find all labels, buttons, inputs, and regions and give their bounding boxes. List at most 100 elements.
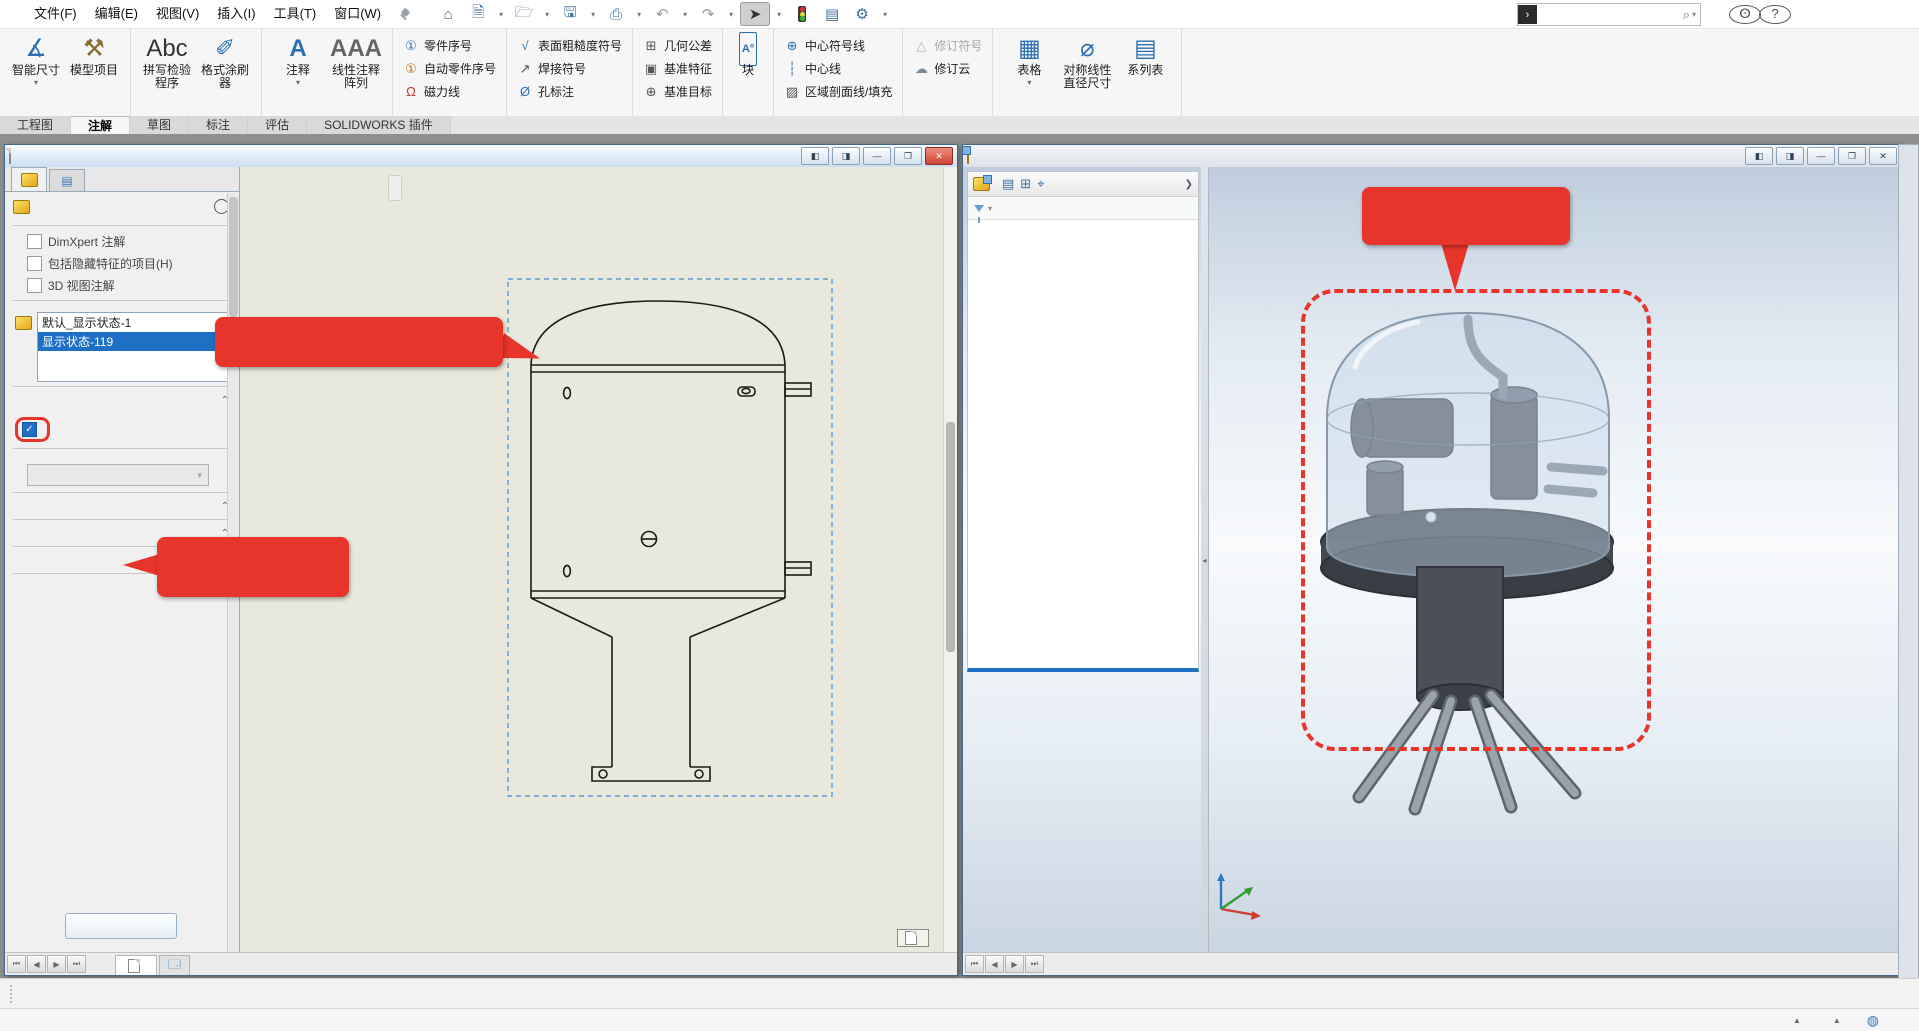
sheet-format-tag[interactable] (897, 929, 929, 947)
options-caret[interactable]: ▾ (878, 3, 892, 25)
ribbon-small-button[interactable]: Ω 磁力线 (400, 83, 499, 100)
ribbon-small-button[interactable]: ① 自动零件序号 (400, 60, 499, 77)
ribbon-button[interactable]: ▦ 表格 ▾ (1000, 30, 1058, 116)
command-tab[interactable]: 注解 (71, 116, 130, 134)
search-caret[interactable]: ▾ (1692, 10, 1700, 19)
file-properties-icon[interactable]: ▤ (818, 3, 846, 25)
menu-item[interactable]: 工具(T) (265, 0, 326, 28)
search-icon[interactable]: ⌕ (1681, 7, 1692, 23)
save-caret[interactable]: ▾ (586, 3, 600, 25)
tile-left-icon[interactable]: ◧ (801, 147, 829, 165)
save-icon[interactable]: 🖫 (556, 3, 584, 25)
add-sheet-tab[interactable]: 🗔 (159, 955, 190, 975)
display-state-listbox[interactable]: 默认_显示状态-1显示状态-119 (37, 312, 229, 382)
prev-sheet-icon[interactable]: ◀ (27, 955, 46, 973)
print-caret[interactable]: ▾ (632, 3, 646, 25)
ribbon-small-button[interactable]: ▨ 区域剖面线/填充 (781, 83, 895, 100)
drawing-vertical-scrollbar[interactable] (943, 167, 957, 953)
next-tab-icon[interactable]: ▶ (1005, 955, 1024, 973)
ribbon-small-button[interactable]: ┆ 中心线 (781, 60, 895, 77)
drawing-window-titlebar[interactable]: ◧ ◨ — ❐ ✕ (5, 145, 957, 168)
first-sheet-icon[interactable]: ⏮ (7, 955, 26, 973)
display-state-item[interactable]: 默认_显示状态-1 (38, 313, 228, 332)
ribbon-small-button[interactable]: ▣ 基准特征 (640, 60, 715, 77)
select-cursor-icon[interactable]: ➤ (740, 2, 770, 26)
restore-icon[interactable]: ❐ (1838, 147, 1866, 165)
scale-dropdown[interactable]: ▾ (27, 464, 209, 486)
units-caret-icon[interactable]: ▲ (1833, 1016, 1841, 1025)
help-icon[interactable]: ? (1759, 5, 1789, 24)
ribbon-button[interactable]: A 注释 ▾ (269, 30, 327, 116)
restore-icon[interactable]: ❐ (894, 147, 922, 165)
command-search[interactable]: › ⌕ ▾ (1517, 3, 1701, 26)
redo-icon[interactable]: ↷ (694, 3, 722, 25)
open-document-icon[interactable]: 🗁 (510, 3, 538, 25)
new-document-caret[interactable]: ▾ (494, 3, 508, 25)
checkbox[interactable] (27, 278, 42, 293)
next-sheet-icon[interactable]: ▶ (47, 955, 66, 973)
ribbon-small-button[interactable]: △ 修订符号 (910, 37, 985, 54)
displaymanager-tab-icon[interactable] (1051, 178, 1064, 191)
checkbox-row[interactable]: 3D 视图注解 (13, 274, 229, 296)
menu-item[interactable]: 视图(V) (147, 0, 208, 28)
ribbon-button[interactable]: Abc 拼写检验程序 (138, 30, 196, 116)
dimension-type-section-header[interactable]: ⌃ (13, 497, 229, 515)
ribbon-small-button[interactable]: ⊕ 中心符号线 (781, 37, 895, 54)
options-gear-icon[interactable]: ⚙ (848, 3, 876, 25)
new-document-icon[interactable]: 🗎 (464, 3, 492, 25)
display-state-item[interactable]: 显示状态-119 (38, 332, 228, 351)
close-icon[interactable]: ✕ (1869, 147, 1897, 165)
prev-tab-icon[interactable]: ◀ (985, 955, 1004, 973)
featuremanager-tab[interactable]: ▤ (49, 169, 85, 191)
user-account-icon[interactable]: ⵙ (1729, 5, 1759, 24)
propertymanager-tab-icon[interactable]: ▤ (1002, 176, 1014, 192)
propertymanager-tab[interactable] (11, 167, 47, 191)
scale-caret-icon[interactable]: ▲ (1793, 1016, 1801, 1025)
tile-left-icon[interactable]: ◧ (1745, 147, 1773, 165)
last-sheet-icon[interactable]: ⏭ (67, 955, 86, 973)
menu-item[interactable]: 编辑(E) (86, 0, 147, 28)
ribbon-small-button[interactable]: ↗ 焊接符号 (514, 60, 625, 77)
redo-caret[interactable]: ▾ (724, 3, 738, 25)
command-tab[interactable]: SOLIDWORKS 插件 (307, 116, 451, 134)
undo-icon[interactable]: ↶ (648, 3, 676, 25)
print-icon[interactable]: ⎙ (602, 3, 630, 25)
ribbon-small-button[interactable]: ⊞ 几何公差 (640, 37, 715, 54)
ribbon-small-button[interactable]: ☁ 修订云 (910, 60, 985, 77)
close-icon[interactable]: ✕ (925, 147, 953, 165)
ribbon-small-button[interactable]: √ 表面粗糙度符号 (514, 37, 625, 54)
globe-icon[interactable]: ◍ (1867, 1012, 1879, 1029)
ok-check-icon[interactable] (13, 217, 229, 221)
sheet-tab[interactable] (115, 955, 157, 975)
last-tab-icon[interactable]: ⏭ (1025, 955, 1044, 973)
command-tab[interactable]: 标注 (189, 116, 248, 134)
ribbon-button[interactable]: ∡ 智能尺寸 ▾ (7, 30, 65, 116)
transparent-components-checkbox[interactable]: ✓ (22, 422, 37, 437)
menu-item[interactable]: 窗口(W) (325, 0, 390, 28)
assembly-icon[interactable] (973, 177, 990, 191)
scale-section-header[interactable] (13, 453, 229, 460)
ribbon-button[interactable]: ⌀ 对称线性直径尺寸 ▾ (1058, 30, 1116, 116)
configurationmanager-tab-icon[interactable]: ⊞ (1020, 176, 1031, 192)
ribbon-button[interactable]: A° 块 (730, 30, 766, 116)
more-properties-button[interactable] (65, 913, 177, 939)
undo-caret[interactable]: ▾ (678, 3, 692, 25)
menu-item[interactable]: 插入(I) (208, 0, 264, 28)
rebuild-traffic-light-icon[interactable] (788, 3, 816, 25)
command-tab[interactable]: 草图 (130, 116, 189, 134)
checkbox[interactable] (27, 234, 42, 249)
checkbox[interactable] (27, 256, 42, 271)
pin-menu-icon[interactable] (400, 9, 410, 19)
tile-right-icon[interactable]: ◨ (1776, 147, 1804, 165)
ribbon-button[interactable]: ⚒ 模型项目 ▾ (65, 30, 123, 116)
command-tab[interactable]: 评估 (248, 116, 307, 134)
first-tab-icon[interactable]: ⏮ (965, 955, 984, 973)
checkbox-row[interactable]: 包括隐藏特征的项目(H) (13, 252, 229, 274)
assembly-window-titlebar[interactable]: ◧ ◨ — ❐ ✕ (963, 145, 1901, 168)
checkbox-row[interactable]: DimXpert 注解 (13, 230, 229, 252)
ribbon-button[interactable]: ▤ 系列表 ▾ (1116, 30, 1174, 116)
minimize-icon[interactable]: — (1807, 147, 1835, 165)
ribbon-button[interactable]: AAA 线性注释阵列 ▾ (327, 30, 385, 116)
tree-filter-row[interactable]: ▾ (968, 197, 1198, 220)
filter-caret-icon[interactable]: ▾ (988, 204, 992, 213)
